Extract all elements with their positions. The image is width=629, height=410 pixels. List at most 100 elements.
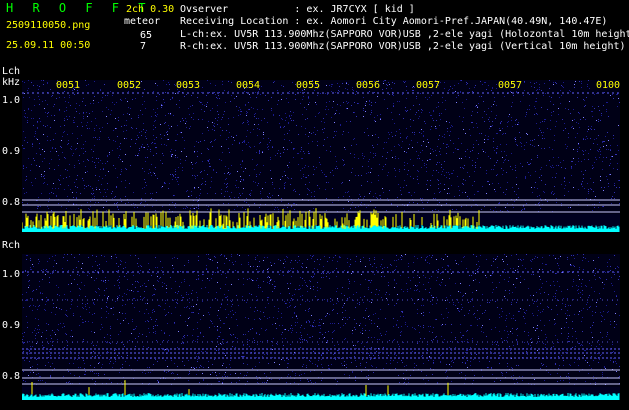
noise-dot [231,95,232,96]
noise-dot [215,257,216,258]
noise-dot [47,125,48,126]
noise-dot [493,147,494,148]
noise-dot [229,152,230,153]
noise-dot [73,122,74,123]
noise-dot [272,195,273,196]
noise-dot [544,83,545,84]
noise-dot [355,376,356,377]
noise-dot [452,360,453,361]
noise-dot [65,333,66,334]
noise-dot [92,194,93,195]
noise-dot [450,86,451,87]
noise-dot [231,192,232,193]
noise-dot [551,347,552,348]
noise-dot [90,186,91,187]
noise-dot [469,176,470,177]
noise-dot [32,357,33,358]
noise-dot [578,365,579,366]
noise-dot [573,109,574,110]
noise-dot [486,89,487,90]
noise-dot [106,210,107,211]
noise-dot [244,356,245,357]
noise-dot [120,198,121,199]
noise-dot [383,368,384,369]
noise-dot [131,272,132,273]
noise-dot [393,318,394,319]
noise-dot [458,302,459,303]
noise-dot [459,311,460,312]
noise-dot [49,193,50,194]
noise-dot [603,206,604,207]
noise-dot [198,256,199,257]
noise-dot [400,137,401,138]
noise-dot [293,149,294,150]
noise-dot [325,93,326,94]
noise-dot [504,160,505,161]
noise-dot [306,177,307,178]
noise-dot [517,382,518,383]
noise-dot [102,111,103,112]
noise-dot [235,270,236,271]
noise-dot [67,316,68,317]
noise-dot [177,293,178,294]
noise-dot [496,344,497,345]
noise-dot [64,131,65,132]
noise-dot [579,359,580,360]
noise-dot [25,137,26,138]
noise-dot [29,306,30,307]
noise-dot [589,349,590,350]
noise-dot [350,153,351,154]
observer-info: Ovserver : ex. JR7CYX [ kid ] [180,4,415,15]
noise-dot [617,94,618,95]
noise-dot [256,97,257,98]
noise-dot [598,257,599,258]
noise-dot [578,112,579,113]
noise-dot [53,193,54,194]
noise-dot [168,125,169,126]
noise-dot [247,364,248,365]
noise-dot [46,323,47,324]
noise-dot [581,87,582,88]
noise-dot [309,301,310,302]
noise-dot [182,338,183,339]
noise-dot [207,278,208,279]
noise-dot [117,206,118,207]
noise-dot [198,187,199,188]
noise-dot [246,111,247,112]
noise-dot [397,206,398,207]
noise-dot [550,166,551,167]
noise-dot [139,333,140,334]
noise-dot [587,138,588,139]
noise-dot [553,111,554,112]
noise-dot [386,158,387,159]
noise-dot [375,121,376,122]
noise-dot [131,290,132,291]
noise-dot [211,278,212,279]
noise-dot [115,141,116,142]
noise-dot [464,341,465,342]
noise-dot [352,330,353,331]
noise-dot [165,92,166,93]
time-tick: 0053 [176,80,201,91]
noise-dot [476,344,477,345]
noise-dot [58,287,59,288]
noise-dot [98,180,99,181]
noise-dot [361,202,362,203]
noise-dot [308,136,309,137]
noise-dot [169,89,170,90]
noise-dot [323,118,324,119]
noise-dot [27,142,28,143]
noise-dot [430,153,431,154]
noise-dot [465,375,466,376]
noise-dot [586,304,587,305]
noise-dot [145,161,146,162]
noise-dot [260,193,261,194]
noise-dot [64,326,65,327]
noise-dot [174,84,175,85]
noise-dot [225,102,226,103]
noise-dot [527,162,528,163]
noise-dot [106,196,107,197]
noise-dot [241,356,242,357]
noise-dot [410,126,411,127]
noise-dot [196,207,197,208]
